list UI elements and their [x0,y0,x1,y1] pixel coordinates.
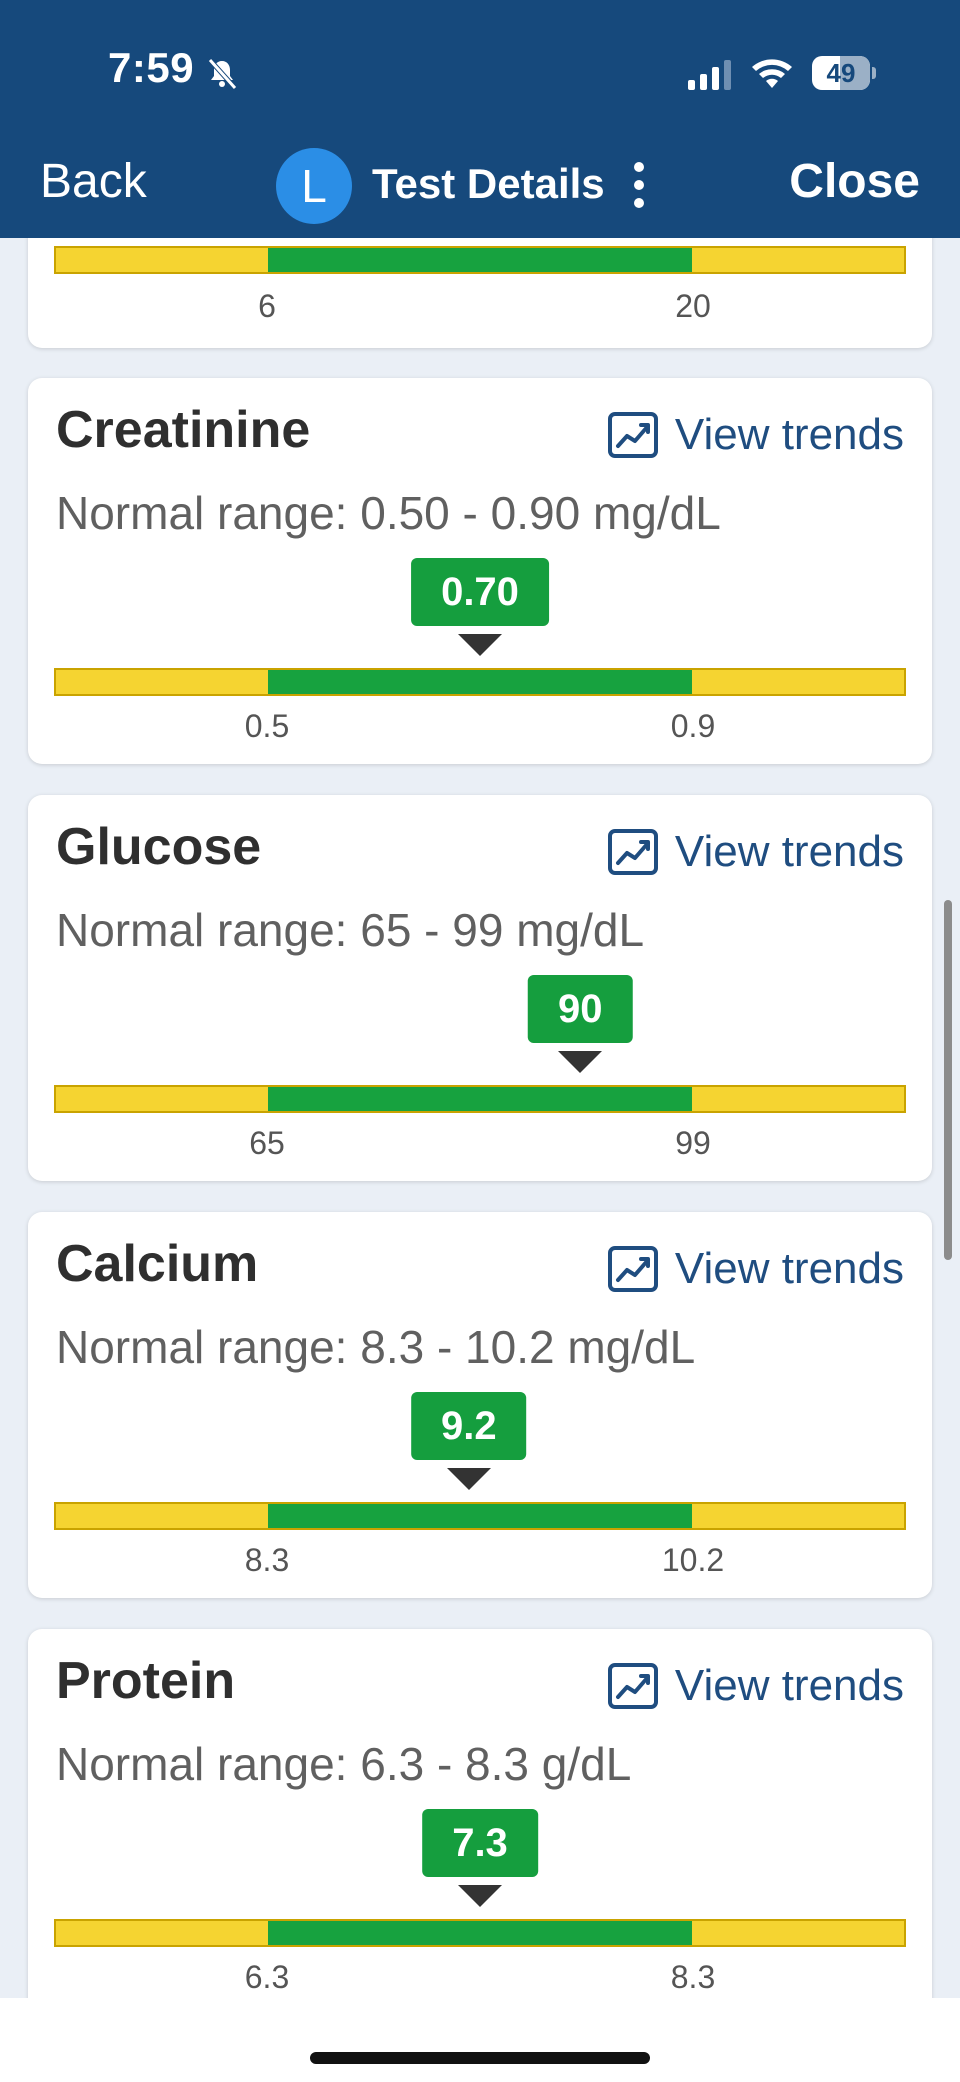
range-bar [54,1085,906,1113]
back-button[interactable]: Back [40,154,147,209]
high-tick-label: 8.3 [670,1959,716,1995]
high-tick-label: 20 [675,288,711,324]
low-tick-label: 6 [258,288,276,324]
view-trends-label: View trends [674,827,904,876]
high-tick-label: 0.9 [670,708,716,744]
normal-range-text: Normal range: 8.3 - 10.2 mg/dL [56,1321,696,1373]
wifi-icon [752,59,792,88]
test-name: Glucose [56,818,262,876]
result-pointer [458,634,502,656]
range-bar [54,246,906,274]
test-name: Protein [56,1652,236,1710]
low-tick-label: 8.3 [244,1542,290,1578]
trend-chart-icon [607,412,658,458]
view-trends-label: View trends [674,410,904,459]
cellular-signal-icon [688,60,731,90]
result-value-badge: 9.2 [410,1392,527,1460]
test-card-calcium: Calcium View trends Normal range: 8.3 - … [28,1212,932,1598]
result-pointer [558,1051,603,1073]
scrollbar[interactable] [944,900,952,1260]
result-pointer [458,1885,502,1907]
range-bar [54,1502,906,1530]
battery-indicator: 49 [812,56,876,90]
view-trends-label: View trends [674,1661,904,1710]
range-bar [54,1919,906,1947]
high-tick-label: 99 [675,1125,711,1161]
page-title: Test Details [372,160,605,207]
app-header: 7:59 49 Back L Test Details Close [0,0,960,238]
result-value-badge: 90 [527,975,633,1043]
range-bar [54,668,906,696]
low-tick-label: 6.3 [244,1959,290,1995]
home-indicator[interactable] [310,2052,650,2064]
view-trends-link[interactable]: View trends [607,1659,904,1713]
test-name: Calcium [56,1235,259,1293]
test-card-protein: Protein View trends Normal range: 6.3 - … [28,1629,932,2015]
bell-slash-icon [208,58,237,90]
normal-range-text: Normal range: 65 - 99 mg/dL [56,904,645,956]
low-tick-label: 0.5 [244,708,290,744]
home-bar [0,1998,960,2082]
test-card-creatinine: Creatinine View trends Normal range: 0.5… [28,378,932,764]
high-tick-label: 10.2 [661,1542,725,1578]
trend-chart-icon [607,829,658,875]
trend-chart-icon [607,1246,658,1292]
view-trends-label: View trends [674,1244,904,1293]
low-tick-label: 65 [249,1125,285,1161]
battery-tip [872,67,876,79]
battery-level: 49 [826,58,856,88]
normal-range-text: Normal range: 0.50 - 0.90 mg/dL [56,487,721,539]
test-name: Creatinine [56,401,311,459]
view-trends-link[interactable]: View trends [607,408,904,462]
status-time: 7:59 [108,44,195,91]
close-button[interactable]: Close [789,154,920,209]
avatar[interactable]: L [276,148,352,224]
test-card-glucose: Glucose View trends Normal range: 65 - 9… [28,795,932,1181]
battery-body: 49 [812,56,870,90]
vertical-dots-icon[interactable] [624,160,654,210]
normal-range-text: Normal range: 6.3 - 8.3 g/dL [56,1738,632,1790]
result-value-badge: 0.70 [411,558,549,626]
view-trends-link[interactable]: View trends [607,1242,904,1296]
result-pointer [446,1468,491,1490]
result-value-badge: 7.3 [422,1809,538,1877]
trend-chart-icon [607,1663,658,1709]
view-trends-link[interactable]: View trends [607,825,904,879]
